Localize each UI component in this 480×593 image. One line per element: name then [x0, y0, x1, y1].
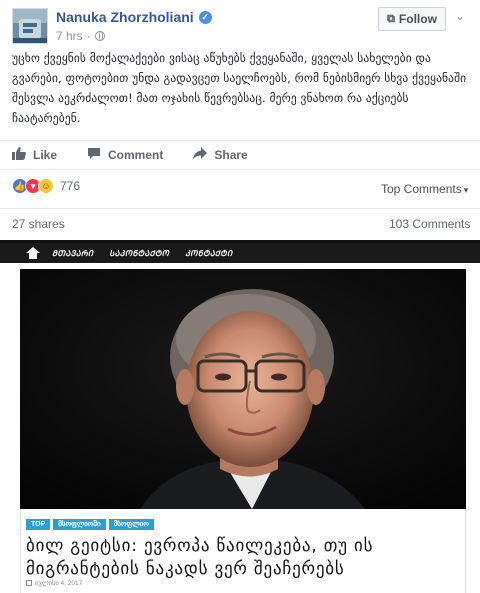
post-time[interactable]: 7 hrs	[56, 29, 83, 43]
tag-top[interactable]: TOP	[26, 519, 51, 530]
rss-icon: ⧉	[387, 12, 395, 25]
top-comments-dropdown[interactable]: Top Comments ▾	[381, 182, 468, 196]
facebook-post: Nanuka Zhorzholiani ✓ 7 hrs · ⧉ Follow ⌄…	[0, 0, 480, 240]
like-label: Like	[33, 148, 58, 162]
comments-count[interactable]: 103 Comments	[389, 217, 470, 231]
reactions-summary[interactable]: 👍 ♥ ☺ 776	[12, 178, 80, 194]
article-date-text: ივლისი 4, 2017	[35, 580, 83, 587]
caret-down-icon: ▾	[463, 185, 469, 195]
home-icon[interactable]	[26, 247, 40, 259]
tag-world[interactable]: მსოფლიო	[108, 519, 154, 530]
thumbs-up-icon	[12, 147, 26, 163]
nav-item-main[interactable]: ᲛᲗᲐᲕᲐᲠᲘ	[52, 248, 93, 259]
verified-badge-icon: ✓	[198, 10, 212, 24]
calendar-icon	[26, 580, 32, 586]
author-avatar[interactable]	[12, 8, 48, 44]
globe-icon	[94, 31, 105, 41]
comment-button[interactable]: Comment	[87, 147, 163, 163]
site-nav: ᲛᲗᲐᲕᲐᲠᲘ ᲡᲐᲙᲝᲜᲢᲐᲥᲢᲝ ᲙᲝᲜᲢᲐᲥᲢᲘ	[0, 243, 480, 263]
share-label: Share	[214, 148, 248, 162]
nav-item-about[interactable]: ᲡᲐᲙᲝᲜᲢᲐᲥᲢᲝ	[109, 248, 169, 259]
author-name[interactable]: Nanuka Zhorzholiani ✓	[56, 9, 212, 25]
follow-label: Follow	[398, 12, 437, 26]
shares-count[interactable]: 27 shares	[12, 217, 65, 231]
follow-button[interactable]: ⧉ Follow	[378, 7, 446, 31]
chevron-down-icon[interactable]: ⌄	[455, 9, 465, 23]
haha-reaction-icon: ☺	[38, 178, 54, 194]
share-arrow-icon	[193, 147, 208, 163]
article-headline[interactable]: ბილ გეიტსი: ევროპა წაილეკება, თუ ის მიგრ…	[26, 535, 456, 581]
article-date: ივლისი 4, 2017	[26, 579, 82, 587]
article-tags: TOP მსოფლიოში მსოფლიო	[26, 519, 157, 530]
meta-separator: ·	[86, 29, 91, 43]
top-comments-label: Top Comments	[381, 182, 462, 196]
article-photo	[20, 269, 466, 509]
tag-world-news[interactable]: მსოფლიოში	[53, 519, 106, 530]
nav-item-contact[interactable]: ᲙᲝᲜᲢᲐᲥᲢᲘ	[185, 248, 232, 259]
reaction-count: 776	[60, 179, 81, 193]
like-button[interactable]: Like	[12, 147, 57, 163]
comment-icon	[87, 147, 101, 163]
comment-label: Comment	[108, 148, 164, 162]
post-actions: Like Comment Share	[0, 140, 480, 170]
post-meta: 7 hrs ·	[56, 29, 105, 43]
share-button[interactable]: Share	[193, 147, 248, 163]
post-text: უცხო ქვეყნის მოქალაქეები ვისაც აწუხებს ქ…	[12, 51, 467, 125]
shares-row: 27 shares 103 Comments	[0, 208, 480, 240]
author-name-text[interactable]: Nanuka Zhorzholiani	[56, 9, 194, 25]
shared-article-image[interactable]: ᲛᲗᲐᲕᲐᲠᲘ ᲡᲐᲙᲝᲜᲢᲐᲥᲢᲝ ᲙᲝᲜᲢᲐᲥᲢᲘ TOP მსოფლიოშ…	[0, 240, 480, 593]
